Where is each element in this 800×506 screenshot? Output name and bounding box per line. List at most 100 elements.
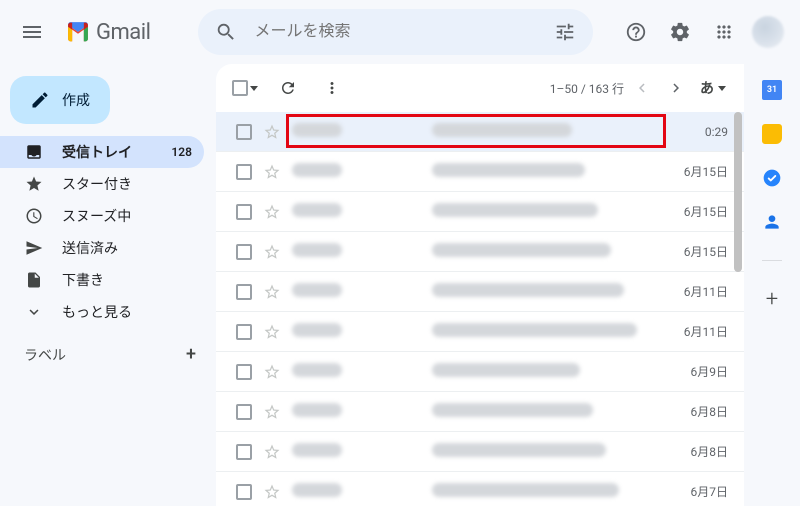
search-input[interactable] <box>246 23 545 41</box>
gmail-logo[interactable]: Gmail <box>56 18 158 46</box>
nav-item-4[interactable]: 下書き <box>0 264 204 296</box>
star-outline-icon <box>263 443 281 461</box>
row-date: 6月15日 <box>674 203 734 220</box>
mail-row[interactable]: 6月8日 <box>216 392 744 432</box>
mail-row[interactable]: 6月15日 <box>216 232 744 272</box>
checkbox-icon <box>232 80 248 96</box>
row-date: 6月8日 <box>674 403 734 420</box>
row-checkbox[interactable] <box>234 482 254 502</box>
star-outline-icon <box>263 403 281 421</box>
row-date: 6月8日 <box>674 443 734 460</box>
row-checkbox[interactable] <box>234 322 254 342</box>
tasks-app-icon[interactable] <box>762 168 782 188</box>
labels-header: ラベル + <box>0 328 216 369</box>
nav-item-0[interactable]: 受信トレイ128 <box>0 136 204 168</box>
nav-label: 下書き <box>62 270 192 290</box>
hamburger-icon <box>20 20 44 44</box>
row-checkbox[interactable] <box>234 362 254 382</box>
add-label-button[interactable]: + <box>186 344 196 365</box>
prev-page-button[interactable] <box>626 72 658 104</box>
mail-main: 1–50 / 163 行 あ 0:296月15日6月15日6月15日6月11日6… <box>216 64 744 506</box>
row-subject <box>432 323 674 341</box>
nav-item-1[interactable]: スター付き <box>0 168 204 200</box>
row-sender <box>292 403 432 421</box>
refresh-button[interactable] <box>270 70 306 106</box>
nav-item-5[interactable]: もっと見る <box>0 296 204 328</box>
mail-row[interactable]: 6月9日 <box>216 352 744 392</box>
more-button[interactable] <box>314 70 350 106</box>
scrollbar-thumb[interactable] <box>734 112 742 272</box>
compose-button[interactable]: 作成 <box>10 76 110 124</box>
checkbox-icon <box>236 284 252 300</box>
calendar-app-icon[interactable] <box>762 80 782 100</box>
nav-label: もっと見る <box>62 302 192 322</box>
support-button[interactable] <box>616 12 656 52</box>
row-checkbox[interactable] <box>234 282 254 302</box>
row-star[interactable] <box>262 202 282 222</box>
row-sender <box>292 123 432 141</box>
search-bar[interactable] <box>198 9 593 55</box>
row-sender <box>292 163 432 181</box>
row-star[interactable] <box>262 242 282 262</box>
checkbox-icon <box>236 364 252 380</box>
row-checkbox[interactable] <box>234 122 254 142</box>
next-page-button[interactable] <box>660 72 692 104</box>
settings-button[interactable] <box>660 12 700 52</box>
mail-row[interactable]: 6月8日 <box>216 432 744 472</box>
contacts-app-icon[interactable] <box>762 212 782 232</box>
refresh-icon <box>279 79 297 97</box>
apps-icon <box>714 22 734 42</box>
row-star[interactable] <box>262 402 282 422</box>
chevron-right-icon <box>667 79 685 97</box>
row-checkbox[interactable] <box>234 442 254 462</box>
side-panel: + <box>744 64 800 506</box>
caret-down-icon <box>250 86 258 91</box>
row-star[interactable] <box>262 162 282 182</box>
mail-row[interactable]: 6月11日 <box>216 272 744 312</box>
row-star[interactable] <box>262 362 282 382</box>
nav-item-3[interactable]: 送信済み <box>0 232 204 264</box>
row-sender <box>292 323 432 341</box>
scrollbar[interactable] <box>732 112 744 506</box>
row-checkbox[interactable] <box>234 402 254 422</box>
row-subject <box>432 243 674 261</box>
row-star[interactable] <box>262 442 282 462</box>
star-icon <box>25 175 43 193</box>
keep-app-icon[interactable] <box>762 124 782 144</box>
get-addons-button[interactable]: + <box>762 289 782 309</box>
search-options-icon[interactable] <box>545 12 585 52</box>
row-sender <box>292 443 432 461</box>
row-checkbox[interactable] <box>234 202 254 222</box>
checkbox-icon <box>236 404 252 420</box>
search-icon[interactable] <box>206 12 246 52</box>
row-star[interactable] <box>262 122 282 142</box>
input-method-button[interactable]: あ <box>694 74 732 102</box>
row-checkbox[interactable] <box>234 162 254 182</box>
row-star[interactable] <box>262 322 282 342</box>
pencil-icon <box>30 90 50 110</box>
row-subject <box>432 283 674 301</box>
mail-row[interactable]: 0:29 <box>216 112 744 152</box>
row-subject <box>432 363 674 381</box>
star-outline-icon <box>263 363 281 381</box>
mail-row[interactable]: 6月15日 <box>216 152 744 192</box>
apps-button[interactable] <box>704 12 744 52</box>
select-all-checkbox[interactable] <box>228 76 262 100</box>
row-checkbox[interactable] <box>234 242 254 262</box>
row-sender <box>292 283 432 301</box>
account-avatar[interactable] <box>752 16 784 48</box>
row-date: 0:29 <box>674 125 734 139</box>
clock-icon <box>25 207 43 225</box>
row-star[interactable] <box>262 482 282 502</box>
toolbar: 1–50 / 163 行 あ <box>216 64 744 112</box>
mail-row[interactable]: 6月7日 <box>216 472 744 506</box>
checkbox-icon <box>236 124 252 140</box>
mail-row[interactable]: 6月11日 <box>216 312 744 352</box>
row-subject <box>432 483 674 501</box>
mail-row[interactable]: 6月15日 <box>216 192 744 232</box>
main-menu-button[interactable] <box>8 8 56 56</box>
row-star[interactable] <box>262 282 282 302</box>
gear-icon <box>669 21 691 43</box>
nav-item-2[interactable]: スヌーズ中 <box>0 200 204 232</box>
draft-icon <box>25 271 43 289</box>
